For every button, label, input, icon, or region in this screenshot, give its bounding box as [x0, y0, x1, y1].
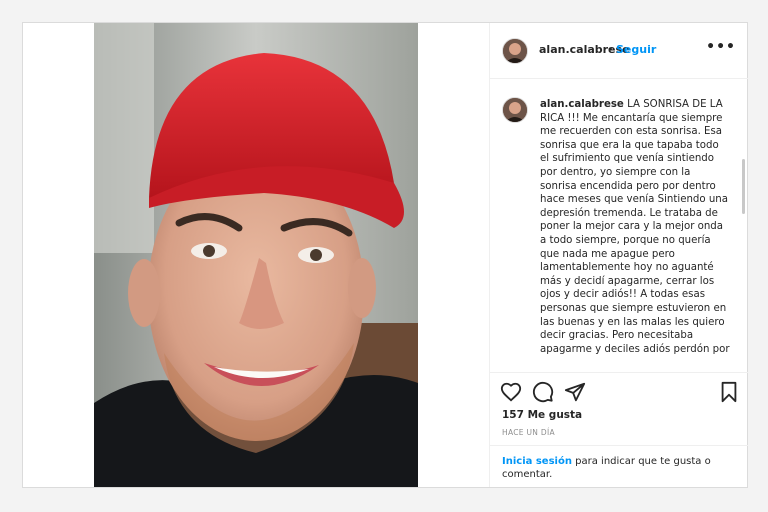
user-avatar[interactable]: [502, 38, 528, 64]
heart-icon[interactable]: [500, 381, 522, 403]
caption-area: alan.calabrese LA SONRISA DE LA RICA !!!…: [490, 79, 748, 372]
post-sidebar: alan.calabrese • Seguir ••• alan.calabre…: [489, 23, 748, 487]
post-date: HACE UN DÍA: [502, 428, 555, 437]
share-icon[interactable]: [564, 381, 586, 403]
login-prompt-text: Inicia sesión para indicar que te gusta …: [502, 455, 732, 481]
caption-body: LA SONRISA DE LA RICA !!! Me encantaría …: [540, 99, 730, 355]
likes-count[interactable]: 157 Me gusta: [502, 409, 582, 421]
post-header: alan.calabrese • Seguir •••: [490, 23, 748, 79]
post-media: [23, 23, 489, 487]
comment-icon[interactable]: [532, 381, 554, 403]
post-actions: 157 Me gusta HACE UN DÍA Inicia sesión p…: [490, 372, 748, 483]
caption-avatar[interactable]: [502, 97, 528, 123]
selfie-image: [94, 23, 418, 487]
caption-scrollbar[interactable]: [742, 159, 745, 214]
separator-dot: •: [607, 43, 614, 56]
avatar-image: [503, 39, 527, 63]
caption-text-block: alan.calabrese LA SONRISA DE LA RICA !!!…: [540, 98, 730, 356]
caption-username[interactable]: alan.calabrese: [540, 99, 624, 110]
avatar-image: [503, 98, 527, 122]
login-prompt: Inicia sesión para indicar que te gusta …: [490, 445, 748, 484]
follow-button[interactable]: Seguir: [616, 43, 656, 56]
post-photo[interactable]: [94, 23, 418, 487]
instagram-post-card: alan.calabrese • Seguir ••• alan.calabre…: [22, 22, 748, 488]
bookmark-icon[interactable]: [718, 381, 740, 403]
login-link[interactable]: Inicia sesión: [502, 456, 572, 467]
more-options-icon[interactable]: •••: [706, 39, 736, 55]
